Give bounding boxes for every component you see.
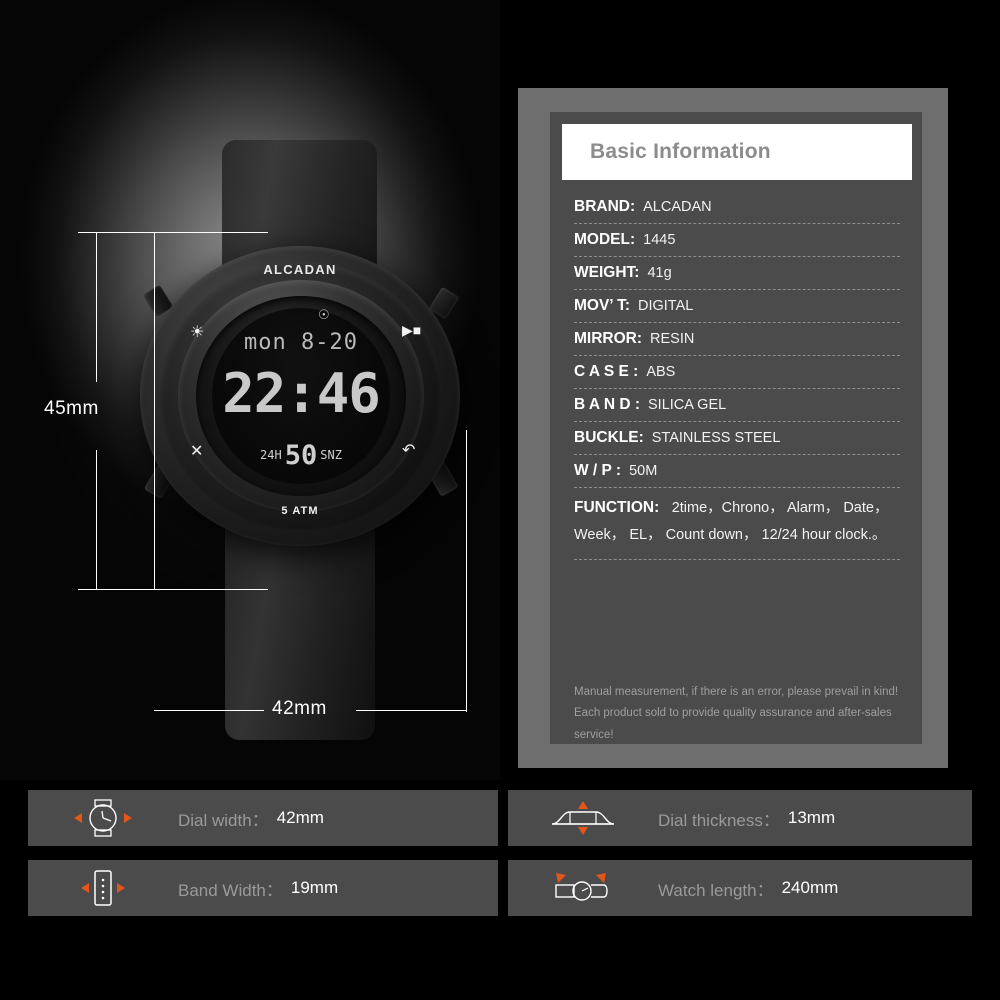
lcd-day-date: mon 8-20 [244, 330, 358, 355]
lcd-snooze-label: SNZ [320, 448, 342, 462]
back-arrow-icon: ↶ [402, 442, 416, 459]
spec-value: DIGITAL [637, 298, 694, 314]
card-value: 42mm [276, 808, 324, 827]
card-label: Dial thickness： [658, 810, 780, 830]
spec-row-function: FUNCTION: 2time，Chrono， Alarm， Date， Wee… [574, 495, 900, 560]
card-label: Watch length： [658, 880, 774, 900]
spec-value: STAINLESS STEEL [651, 430, 781, 446]
spec-label: B A N D : [574, 396, 641, 413]
guide-width-right [356, 710, 466, 711]
dimension-width-label: 42mm [272, 698, 327, 719]
spec-row: W / P : 50M [574, 462, 900, 488]
spec-label: MIRROR: [574, 330, 643, 347]
card-value: 13mm [787, 808, 836, 827]
watch-length-icon [508, 867, 658, 909]
dial-brand-text: ALCADAN [263, 262, 337, 277]
spec-panel-notes: Manual measurement, if there is an error… [574, 682, 904, 746]
spec-label: WEIGHT: [574, 264, 640, 281]
card-dial-thickness: Dial thickness： 13mm [508, 790, 972, 846]
spec-rows: BRAND: ALCADAN MODEL: 1445 WEIGHT: 41g M… [574, 198, 900, 567]
spec-row: WEIGHT: 41g [574, 264, 900, 290]
lcd-format-label: 24H [260, 448, 282, 462]
card-value: 19mm [290, 878, 339, 897]
card-label: Dial width： [178, 810, 269, 830]
lcd-seconds: 50 [284, 440, 318, 471]
watch-dial-icon [28, 798, 178, 838]
guide-bottom [78, 589, 268, 590]
spec-row: MIRROR: RESIN [574, 330, 900, 356]
card-watch-length: Watch length： 240mm [508, 860, 972, 916]
spec-value: 41g [647, 265, 672, 281]
lcd-status-row: 24H 50 SNZ [212, 440, 390, 471]
card-label: Band Width： [178, 880, 283, 900]
spec-value: ABS [646, 364, 676, 380]
spec-value: 50M [629, 463, 658, 479]
spec-row: C A S E : ABS [574, 363, 900, 389]
dial-water-resistance-text: 5 ATM [281, 505, 319, 517]
spec-label: MODEL: [574, 231, 636, 248]
spec-row: BRAND: ALCADAN [574, 198, 900, 224]
spec-row: MODEL: 1445 [574, 231, 900, 257]
spec-panel-title: Basic Information [590, 140, 771, 163]
spec-label: C A S E : [574, 363, 639, 380]
watch-band-icon [28, 866, 178, 910]
spec-value: ALCADAN [643, 199, 712, 215]
watch-side-icon [508, 798, 658, 838]
spec-label: BRAND: [574, 198, 636, 215]
spec-row: MOV’ T: DIGITAL [574, 297, 900, 323]
spec-label: BUCKLE: [574, 429, 644, 446]
guide-right-edge [466, 430, 467, 712]
guide-width-left [154, 710, 264, 711]
lcd-time: 22:46 [222, 362, 381, 425]
dimension-height-label: 45mm [44, 398, 99, 419]
card-value: 240mm [781, 878, 839, 897]
product-spec-image: ALCADAN 5 ATM ☀ ✕ ▶■ ↶ ☉ mon 8-20 22:46 … [0, 0, 1000, 1000]
guide-left-edge [154, 232, 155, 590]
guide-vertical-lower [96, 450, 97, 590]
spec-panel-title-bar: Basic Information [562, 124, 912, 180]
spec-value: 1445 [643, 232, 676, 248]
bell-icon: ☉ [318, 307, 330, 322]
measurement-cards: Dial width： 42mm Dial thickness： 13mm Ba… [0, 788, 1000, 1000]
spec-label: MOV’ T: [574, 297, 630, 314]
guide-vertical-upper [96, 232, 97, 382]
play-pause-icon: ▶■ [402, 322, 422, 338]
spec-value: SILICA GEL [648, 397, 727, 413]
card-band-width: Band Width： 19mm [28, 860, 498, 916]
spec-row: BUCKLE: STAINLESS STEEL [574, 429, 900, 455]
note-line: Manual measurement, if there is an error… [574, 686, 899, 698]
spec-value: RESIN [650, 331, 695, 347]
sun-icon: ☀ [190, 324, 205, 341]
spec-row: B A N D : SILICA GEL [574, 396, 900, 422]
note-line: Each product sold to provide quality ass… [574, 707, 892, 741]
card-dial-width: Dial width： 42mm [28, 790, 498, 846]
product-photo: ALCADAN 5 ATM ☀ ✕ ▶■ ↶ ☉ mon 8-20 22:46 … [0, 0, 500, 780]
tool-icon: ✕ [190, 443, 204, 460]
guide-top [78, 232, 268, 233]
spec-label: W / P : [574, 462, 622, 479]
spec-label: FUNCTION: [574, 499, 660, 516]
